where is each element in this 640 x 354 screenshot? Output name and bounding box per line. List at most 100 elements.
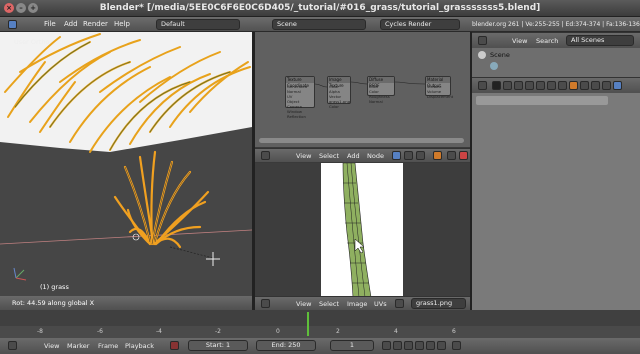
menu-search[interactable]: Search <box>536 37 558 45</box>
texture-nodes-icon[interactable] <box>416 151 425 160</box>
menu-frame[interactable]: Frame <box>98 342 118 350</box>
menu-view[interactable]: View <box>44 342 59 350</box>
node-material-output[interactable]: Material Output Surface Volume Displacem… <box>425 76 453 99</box>
image-browse-icon[interactable] <box>395 299 404 308</box>
outliner-item-scene[interactable]: Scene <box>490 51 510 59</box>
frame-tick: -4 <box>156 328 162 335</box>
outliner[interactable]: Scene <box>472 48 640 77</box>
texture-tab-icon[interactable] <box>580 81 589 90</box>
end-frame-field[interactable]: End: 250 <box>256 340 316 351</box>
screen-layout-field[interactable]: Default <box>156 19 240 30</box>
lamp-icon[interactable] <box>459 151 468 160</box>
timeline-ruler <box>0 310 640 326</box>
active-object-label: (1) grass <box>40 283 69 291</box>
horizontal-scrollbar[interactable] <box>259 138 464 143</box>
frame-tick: -2 <box>215 328 221 335</box>
menu-node[interactable]: Node <box>367 152 384 160</box>
menu-marker[interactable]: Marker <box>67 342 89 350</box>
frame-tick: 2 <box>336 328 340 335</box>
play-reverse-icon[interactable] <box>404 341 413 350</box>
modifiers-tab-icon[interactable] <box>547 81 556 90</box>
info-header: File Add Render Help Default Scene Cycle… <box>0 17 640 32</box>
start-frame-field[interactable]: Start: 1 <box>188 340 248 351</box>
window-title: Blender* [/media/5EE0C6F6E0C6D405/_tutor… <box>99 3 541 13</box>
node-diffuse-bsdf[interactable]: Diffuse BSDF BSDF Color Roughness Normal <box>367 76 395 104</box>
outliner-filter-dropdown[interactable]: All Scenes <box>566 35 634 46</box>
editor-type-icon[interactable] <box>261 299 270 308</box>
scene-field[interactable]: Scene <box>272 19 366 30</box>
menu-help[interactable]: Help <box>114 20 130 28</box>
render-engine-dropdown[interactable]: Cycles Render <box>380 19 460 30</box>
jump-end-icon[interactable] <box>437 341 446 350</box>
node-editor[interactable]: Texture Coordinate Generated Normal UV O… <box>255 32 470 147</box>
outliner-header: View Search All Scenes <box>472 32 640 48</box>
image-name-field[interactable]: grass1.png <box>411 298 466 309</box>
next-keyframe-icon[interactable] <box>426 341 435 350</box>
node-editor-header: View Select Add Node <box>255 148 470 162</box>
uv-tab-icon[interactable] <box>613 81 622 90</box>
menu-add[interactable]: Add <box>64 20 78 28</box>
scene-icon <box>478 51 486 59</box>
editor-type-icon[interactable] <box>478 81 487 90</box>
properties-context-bar <box>476 96 608 105</box>
properties-header <box>472 77 640 93</box>
auto-keyframe-icon[interactable] <box>452 341 461 350</box>
viewport-label: User Ortho <box>14 38 50 46</box>
scene-stats: blender.org 261 | Ve:255-255 | Ed:374-37… <box>472 21 640 28</box>
editor-type-icon[interactable] <box>8 341 17 350</box>
menu-view[interactable]: View <box>512 37 527 45</box>
particles-tab-icon[interactable] <box>591 81 600 90</box>
current-frame-indicator[interactable] <box>307 312 309 336</box>
jump-start-icon[interactable] <box>382 341 391 350</box>
object-tab-icon[interactable] <box>525 81 534 90</box>
editor-type-icon[interactable] <box>8 20 17 29</box>
current-frame-field[interactable]: 1 <box>330 340 374 351</box>
render-tab-icon[interactable] <box>492 81 501 90</box>
uv-mesh <box>342 163 372 297</box>
menu-file[interactable]: File <box>44 20 56 28</box>
world-tab-icon[interactable] <box>514 81 523 90</box>
menu-view[interactable]: View <box>296 300 311 308</box>
data-tab-icon[interactable] <box>558 81 567 90</box>
frame-tick: 0 <box>276 328 280 335</box>
compositing-nodes-icon[interactable] <box>404 151 413 160</box>
frame-tick: 6 <box>452 328 456 335</box>
viewport-scene <box>0 32 252 281</box>
editor-type-icon[interactable] <box>478 36 487 45</box>
record-icon[interactable] <box>170 341 179 350</box>
menu-select[interactable]: Select <box>319 152 339 160</box>
node-image-texture[interactable]: Image Texture Color Alpha Vector grass1.… <box>327 76 351 109</box>
node-texture-coordinate[interactable]: Texture Coordinate Generated Normal UV O… <box>285 76 315 119</box>
world-icon <box>490 62 498 70</box>
menu-select[interactable]: Select <box>319 300 339 308</box>
window-titlebar: × – + Blender* [/media/5EE0C6F6E0C6D405/… <box>0 0 640 17</box>
menu-view[interactable]: View <box>296 152 311 160</box>
play-icon[interactable] <box>415 341 424 350</box>
menu-add[interactable]: Add <box>347 152 360 160</box>
physics-tab-icon[interactable] <box>602 81 611 90</box>
rotation-status: Rot: 44.59 along global X <box>12 299 95 307</box>
timeline[interactable]: View Marker Frame Playback Start: 1 End:… <box>0 310 640 354</box>
material-tab-icon[interactable] <box>569 81 578 90</box>
scene-tab-icon[interactable] <box>503 81 512 90</box>
properties-panel[interactable] <box>472 93 640 310</box>
timeline-header: View Marker Frame Playback Start: 1 End:… <box>0 338 640 354</box>
menu-render[interactable]: Render <box>83 20 108 28</box>
viewport-status-bar: Rot: 44.59 along global X <box>0 296 252 310</box>
editor-type-icon[interactable] <box>261 151 270 160</box>
node-sockets: Generated Normal UV Object Camera Window… <box>287 84 308 119</box>
3d-viewport[interactable]: User Ortho (1) grass <box>0 32 252 296</box>
image-editor-header: View Select Image UVs grass1.png <box>255 296 470 310</box>
frame-tick: -8 <box>37 328 43 335</box>
menu-playback[interactable]: Playback <box>125 342 154 350</box>
material-icon[interactable] <box>433 151 442 160</box>
menu-image[interactable]: Image <box>347 300 367 308</box>
constraints-tab-icon[interactable] <box>536 81 545 90</box>
timeline-track[interactable] <box>0 326 640 338</box>
shader-nodes-icon[interactable] <box>392 151 401 160</box>
image-editor[interactable] <box>255 163 470 297</box>
world-icon[interactable] <box>447 151 456 160</box>
node-sockets: Surface Volume Displacement <box>427 84 454 99</box>
prev-keyframe-icon[interactable] <box>393 341 402 350</box>
menu-uvs[interactable]: UVs <box>374 300 387 308</box>
